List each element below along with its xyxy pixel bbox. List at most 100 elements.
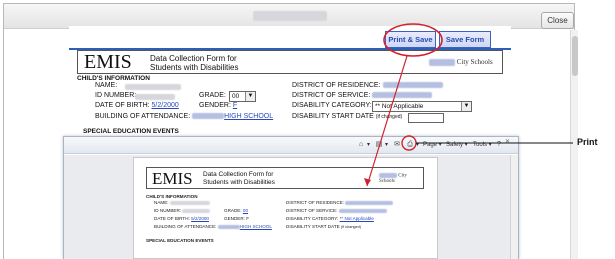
preview-building-label: BUILDING OF ATTENDANCE: HIGH SCHOOL	[154, 224, 272, 229]
building-label: BUILDING OF ATTENDANCE: HIGH SCHOOL	[95, 113, 273, 120]
preview-gender-label-text: GENDER:	[224, 216, 245, 221]
page-menu-label: Page	[423, 142, 438, 148]
preview-id-label-text: ID NUMBER:	[154, 208, 182, 213]
residence-value-redacted	[382, 82, 443, 89]
child-info-heading: CHILD'S INFORMATION	[77, 75, 150, 82]
preview-page: EMIS Data Collection Form for Students w…	[133, 157, 438, 259]
dob-label: DATE OF BIRTH: 5/2/2000	[95, 102, 179, 109]
service-label: DISTRICT OF SERVICE:	[292, 92, 433, 99]
emis-header: EMIS Data Collection Form for Students w…	[77, 50, 503, 74]
dialog-title-redacted	[253, 11, 327, 21]
preview-residence-redacted	[345, 200, 394, 205]
gender-label-text: GENDER:	[199, 102, 231, 109]
printer-dropdown-icon[interactable]: ▾	[416, 141, 419, 148]
preview-service-label: DISTRICT OF SERVICE:	[286, 208, 387, 213]
disability-category-value: ** Not Applicable	[375, 103, 424, 110]
building-label-text: BUILDING OF ATTENDANCE:	[95, 113, 191, 120]
dob-value: 5/2/2000	[151, 102, 179, 109]
preview-id-redacted	[182, 208, 211, 213]
preview-dob-label: DATE OF BIRTH: 5/2/2000	[154, 216, 209, 221]
form-action-bar: Print & Save Save Form	[69, 26, 511, 50]
tools-menu[interactable]: Tools ▾	[473, 141, 492, 148]
district-name-redacted	[429, 58, 455, 66]
preview-residence-label: DISTRICT OF RESIDENCE:	[286, 200, 394, 205]
residence-label-text: DISTRICT OF RESIDENCE:	[292, 82, 381, 89]
residence-label: DISTRICT OF RESIDENCE:	[292, 82, 443, 89]
name-label: NAME:	[95, 82, 118, 89]
building-name-redacted	[192, 113, 225, 120]
building-value: HIGH SCHOOL	[224, 113, 274, 120]
preview-body: EMIS Data Collection Form for Students w…	[64, 155, 510, 259]
mail-icon[interactable]: ✉	[392, 140, 402, 150]
preview-name-redacted	[169, 200, 210, 205]
grade-select[interactable]: 00 ▼	[229, 91, 256, 102]
start-date-note: (if changed)	[375, 114, 403, 120]
id-label: ID NUMBER:	[95, 92, 137, 99]
service-label-text: DISTRICT OF SERVICE:	[292, 92, 371, 99]
print-save-button[interactable]: Print & Save	[385, 31, 436, 48]
preview-toolbar: ⌂ ▾ ▤ ▾ ✉ ⎙ ▾ Page ▾ Safety ▾ Tools ▾ ? …	[64, 137, 518, 154]
page-menu[interactable]: Page ▾	[423, 141, 442, 148]
preview-subtitle-line1: Data Collection Form for	[203, 171, 274, 178]
safety-menu[interactable]: Safety ▾	[446, 141, 468, 148]
preview-district-name: City Schools	[379, 173, 423, 184]
disability-category-select[interactable]: ** Not Applicable ▼	[372, 101, 472, 112]
dialog-scrollbar-thumb[interactable]	[572, 36, 578, 76]
safety-menu-label: Safety	[446, 142, 464, 148]
gender-value: F	[232, 102, 238, 109]
preview-dob-label-text: DATE OF BIRTH:	[154, 216, 190, 221]
preview-name-label-text: NAME:	[154, 200, 169, 205]
preview-scrollbar[interactable]	[510, 155, 518, 259]
grade-label: GRADE:	[199, 92, 226, 99]
preview-service-label-text: DISTRICT OF SERVICE:	[286, 208, 338, 213]
category-label: DISABILITY CATEGORY:	[292, 102, 372, 109]
printer-icon[interactable]: ⎙	[405, 140, 415, 150]
preview-child-info-heading: CHILD'S INFORMATION	[146, 194, 198, 199]
emis-subtitle: Data Collection Form for Students with D…	[150, 54, 238, 72]
emis-logo: EMIS	[84, 51, 132, 73]
preview-start-date-label: DISABILITY START DATE (if changed)	[286, 224, 361, 229]
preview-start-date-label-text: DISABILITY START DATE	[286, 224, 340, 229]
dob-label-text: DATE OF BIRTH:	[95, 102, 150, 109]
close-button[interactable]: Close	[541, 12, 574, 29]
home-icon[interactable]: ⌂	[356, 140, 366, 150]
emis-subtitle-line2: Students with Disabilities	[150, 63, 239, 72]
print-annotation-label: Print	[577, 137, 598, 147]
help-icon[interactable]: ?	[494, 140, 504, 150]
district-suffix: City Schools	[456, 58, 493, 66]
sped-heading: SPECIAL EDUCATION EVENTS	[83, 128, 179, 135]
start-date-label: DISABILITY START DATE (if changed)	[292, 113, 402, 120]
preview-grade-value: 00	[242, 208, 249, 213]
preview-category-label: DISABILITY CATEGORY: ** Not Applicable	[286, 216, 374, 221]
grade-select-value: 00	[232, 93, 240, 100]
disability-start-date-input[interactable]	[408, 113, 444, 123]
feeds-icon[interactable]: ▤	[374, 140, 384, 150]
district-name: City Schools	[429, 58, 493, 66]
tools-menu-label: Tools	[473, 142, 488, 148]
preview-subtitle-line2: Students with Disabilities	[203, 179, 275, 186]
emis-subtitle-line1: Data Collection Form for	[150, 54, 237, 63]
chevron-down-icon: ▼	[461, 102, 471, 111]
close-icon[interactable]: ✕	[505, 138, 510, 145]
preview-name-label: NAME:	[154, 200, 210, 205]
form-page: Print & Save Save Form EMIS Data Collect…	[69, 26, 511, 146]
home-dropdown-icon[interactable]: ▾	[367, 141, 370, 148]
preview-dob-value: 5/2/2000	[191, 216, 209, 221]
preview-start-date-note: (if changed)	[340, 225, 362, 229]
preview-building-redacted	[217, 224, 240, 229]
name-value-redacted	[125, 84, 181, 90]
preview-sped-heading: SPECIAL EDUCATION EVENTS	[146, 238, 214, 243]
feeds-dropdown-icon[interactable]: ▾	[385, 141, 388, 148]
preview-building-label-text: BUILDING OF ATTENDANCE:	[154, 224, 217, 229]
id-value-redacted	[135, 94, 175, 100]
chevron-down-icon: ▼	[245, 92, 255, 101]
gender-label: GENDER: F	[199, 102, 237, 109]
start-date-label-text: DISABILITY START DATE	[292, 113, 374, 120]
print-preview-window: ⌂ ▾ ▤ ▾ ✉ ⎙ ▾ Page ▾ Safety ▾ Tools ▾ ? …	[63, 136, 519, 259]
save-form-button[interactable]: Save Form	[439, 31, 491, 48]
preview-grade-label: GRADE: 00	[224, 208, 248, 213]
preview-grade-label-text: GRADE:	[224, 208, 242, 213]
preview-district-redacted	[379, 173, 397, 178]
preview-emis-logo: EMIS	[152, 169, 193, 188]
service-value-redacted	[372, 92, 433, 99]
